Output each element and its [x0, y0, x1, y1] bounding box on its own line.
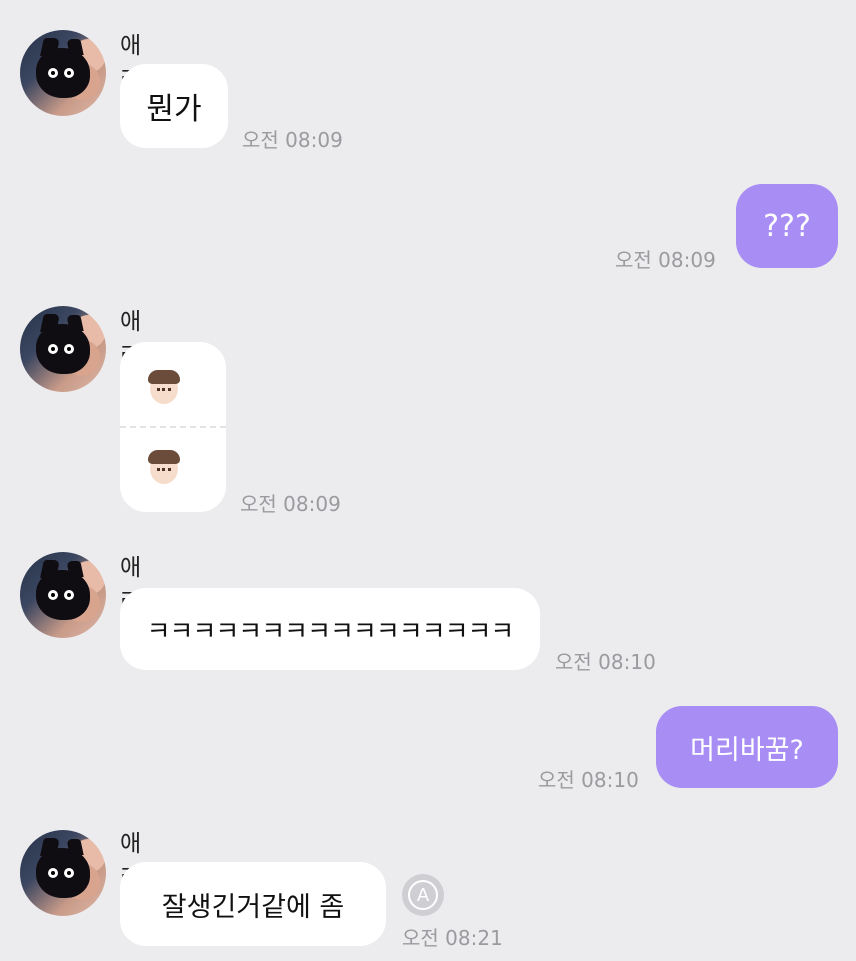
- message-bubble[interactable]: 잘생긴거같에 좀: [120, 862, 386, 946]
- timestamp: 오전 08:09: [615, 248, 716, 272]
- timestamp: 오전 08:10: [538, 768, 639, 792]
- person-emoji-icon: [148, 450, 180, 484]
- message-bubble[interactable]: ㅋㅋㅋㅋㅋㅋㅋㅋㅋㅋㅋㅋㅋㅋㅋㅋ: [120, 588, 540, 670]
- avatar[interactable]: [20, 830, 106, 916]
- avatar[interactable]: [20, 30, 106, 116]
- timestamp: 오전 08:21: [402, 926, 503, 950]
- message-bubble[interactable]: ???: [736, 184, 838, 268]
- avatar[interactable]: [20, 306, 106, 392]
- timestamp: 오전 08:09: [242, 128, 343, 152]
- translate-icon: A: [408, 880, 438, 910]
- person-emoji-icon: [148, 370, 180, 404]
- cat-icon: [36, 324, 90, 374]
- divider: [120, 426, 226, 428]
- timestamp: 오전 08:09: [240, 492, 341, 516]
- cat-icon: [36, 848, 90, 898]
- translate-button[interactable]: A: [402, 874, 444, 916]
- avatar[interactable]: [20, 552, 106, 638]
- timestamp: 오전 08:10: [555, 650, 656, 674]
- emoji-message-bubble[interactable]: [120, 342, 226, 512]
- message-bubble[interactable]: 뭔가: [120, 64, 228, 148]
- cat-icon: [36, 570, 90, 620]
- cat-icon: [36, 48, 90, 98]
- message-bubble[interactable]: 머리바꿈?: [656, 706, 838, 788]
